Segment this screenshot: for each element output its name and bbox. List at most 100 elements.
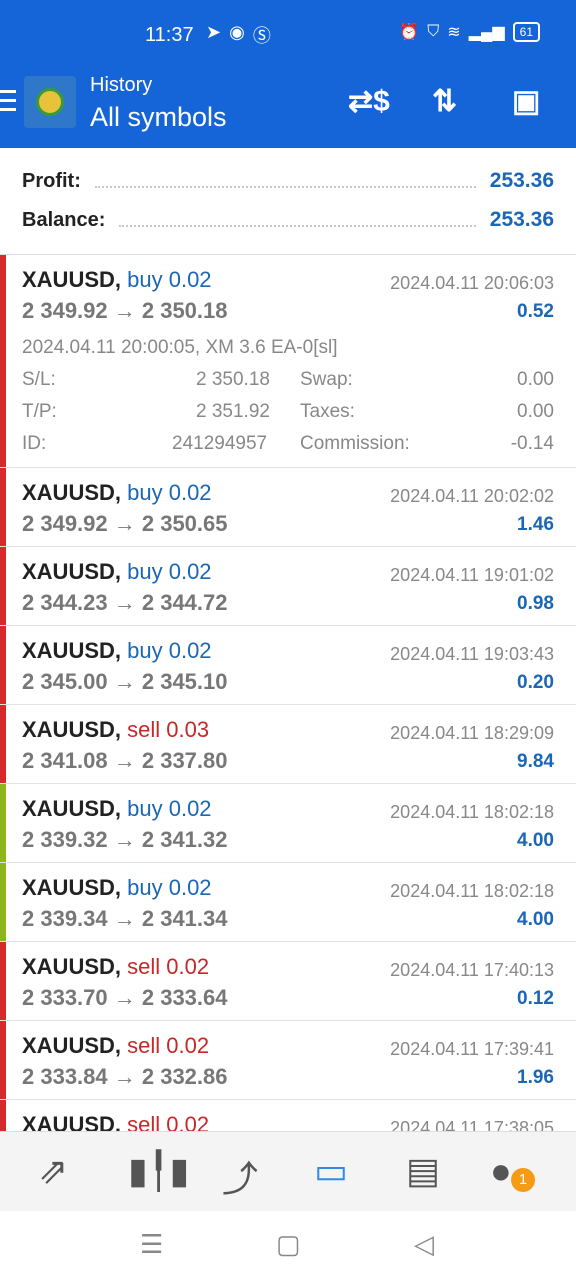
balance-row: Balance: 253.36 bbox=[22, 205, 554, 235]
tp-label: T/P: bbox=[22, 401, 57, 422]
direction-bar bbox=[0, 784, 6, 862]
tp-value: 2 351.92 bbox=[196, 401, 270, 422]
trade-prices: 2 333.84 → 2 332.86 bbox=[22, 1064, 228, 1089]
trade-prices: 2 341.08 → 2 337.80 bbox=[22, 748, 228, 773]
chat-icon[interactable]: ● bbox=[490, 1150, 512, 1192]
symbol-text: XAUUSD, bbox=[22, 1112, 122, 1131]
trade-row[interactable]: XAUUSD, buy 0.02 2024.04.11 20:02:02 2 349… bbox=[0, 468, 576, 547]
trade-profit: 1.46 bbox=[517, 514, 554, 535]
messenger-icon: ◉ bbox=[229, 22, 245, 42]
trade-side: buy 0.02 bbox=[127, 267, 212, 292]
trade-symbol: XAUUSD, buy 0.02 bbox=[22, 796, 212, 822]
trade-icon[interactable]: ⤴ bbox=[222, 1150, 258, 1202]
direction-bar bbox=[0, 705, 6, 783]
alarm-icon: ⏰ bbox=[399, 24, 420, 41]
trade-prices: 2 333.70 → 2 333.64 bbox=[22, 985, 228, 1010]
page-title[interactable]: All symbols bbox=[90, 102, 227, 133]
trade-prices: 2 339.32 → 2 341.32 bbox=[22, 827, 228, 852]
trade-time: 2024.04.11 20:06:03 bbox=[390, 273, 554, 293]
direction-bar bbox=[0, 1021, 6, 1099]
divider bbox=[119, 213, 476, 227]
trade-prices: 2 344.23 → 2 344.72 bbox=[22, 590, 228, 615]
symbol-text: XAUUSD, bbox=[22, 638, 122, 663]
direction-bar bbox=[0, 547, 6, 625]
recents-icon[interactable]: ☰ bbox=[140, 1229, 163, 1260]
currency-exchange-icon[interactable]: ⇄$ bbox=[348, 84, 390, 119]
id-value: 241294957 bbox=[172, 433, 268, 454]
trade-row[interactable]: XAUUSD, buy 0.02 2024.04.11 18:02:18 2 339… bbox=[0, 784, 576, 863]
taxes-value: 0.00 bbox=[517, 401, 554, 422]
menu-icon[interactable] bbox=[0, 90, 18, 117]
wifi-icon: ≋ bbox=[447, 24, 461, 41]
home-icon[interactable]: ▢ bbox=[276, 1229, 301, 1260]
trade-symbol: XAUUSD, sell 0.03 bbox=[22, 717, 209, 743]
trade-row[interactable]: XAUUSD, buy 0.02 2024.04.11 20:06:03 2 349… bbox=[0, 255, 576, 468]
chat-badge: 1 bbox=[511, 1168, 535, 1192]
sl-label: S/L: bbox=[22, 369, 56, 390]
direction-bar bbox=[0, 626, 6, 704]
symbol-text: XAUUSD, bbox=[22, 954, 122, 979]
divider bbox=[94, 174, 476, 188]
symbol-text: XAUUSD, bbox=[22, 796, 122, 821]
telegram-icon: ➤ bbox=[206, 22, 222, 42]
signal-icon: ▂▄▆ bbox=[468, 24, 505, 41]
chart-candles-icon[interactable]: ▮╿▮ bbox=[128, 1150, 189, 1192]
trade-symbol: XAUUSD, buy 0.02 bbox=[22, 875, 212, 901]
battery-icon: 61 bbox=[512, 22, 540, 42]
trade-row[interactable]: XAUUSD, buy 0.02 2024.04.11 19:03:43 2 345… bbox=[0, 626, 576, 705]
trade-list[interactable]: XAUUSD, buy 0.02 2024.04.11 20:06:03 2 349… bbox=[0, 255, 576, 1131]
direction-bar bbox=[0, 468, 6, 546]
symbol-text: XAUUSD, bbox=[22, 1033, 122, 1058]
trade-prices: 2 339.34 → 2 341.34 bbox=[22, 906, 228, 931]
trade-profit: 4.00 bbox=[517, 909, 554, 930]
symbol-text: XAUUSD, bbox=[22, 559, 122, 584]
app-bar: History All symbols ⇄$ ⇅ ▣ bbox=[0, 68, 576, 148]
trade-side: sell 0.02 bbox=[127, 1112, 210, 1131]
system-icons: ⏰ ⛉ ≋ ▂▄▆ 61 bbox=[399, 22, 540, 42]
trade-symbol: XAUUSD, sell 0.02 bbox=[22, 1033, 209, 1059]
news-icon[interactable]: ▤ bbox=[406, 1150, 440, 1192]
trade-symbol: XAUUSD, buy 0.02 bbox=[22, 559, 212, 585]
bottom-nav: ⇗ ▮╿▮ ⤴ ▭ ▤ ● bbox=[0, 1131, 576, 1212]
quotes-icon[interactable]: ⇗ bbox=[38, 1150, 68, 1192]
calendar-icon[interactable]: ▣ bbox=[512, 84, 540, 119]
trade-time: 2024.04.11 17:39:41 bbox=[390, 1039, 554, 1059]
shield-icon: ⛉ bbox=[427, 23, 440, 40]
trade-side: sell 0.03 bbox=[127, 717, 210, 742]
trade-symbol: XAUUSD, buy 0.02 bbox=[22, 267, 212, 293]
trade-row[interactable]: XAUUSD, sell 0.02 2024.04.11 17:38:05 bbox=[0, 1100, 576, 1131]
trade-row[interactable]: XAUUSD, sell 0.02 2024.04.11 17:40:13 2 33… bbox=[0, 942, 576, 1021]
trade-side: buy 0.02 bbox=[127, 638, 212, 663]
trade-profit: 9.84 bbox=[517, 751, 554, 772]
trade-prices: 2 349.92 → 2 350.65 bbox=[22, 511, 228, 536]
taxes-label: Taxes: bbox=[300, 401, 355, 422]
symbol-text: XAUUSD, bbox=[22, 267, 122, 292]
history-icon[interactable]: ▭ bbox=[314, 1150, 348, 1192]
trade-prices: 2 349.92 → 2 350.18 bbox=[22, 298, 228, 323]
trade-time: 2024.04.11 17:38:05 bbox=[390, 1118, 554, 1131]
trade-row[interactable]: XAUUSD, sell 0.02 2024.04.11 17:39:41 2 33… bbox=[0, 1021, 576, 1100]
commission-label: Commission: bbox=[300, 433, 410, 454]
trade-time: 2024.04.11 19:03:43 bbox=[390, 644, 554, 664]
trade-profit: 0.98 bbox=[517, 593, 554, 614]
balance-label: Balance: bbox=[22, 208, 106, 231]
trade-row[interactable]: XAUUSD, sell 0.03 2024.04.11 18:29:09 2 34… bbox=[0, 705, 576, 784]
direction-bar bbox=[0, 1100, 6, 1131]
swap-label: Swap: bbox=[300, 369, 353, 390]
sort-icon[interactable]: ⇅ bbox=[432, 84, 457, 119]
trade-side: sell 0.02 bbox=[127, 1033, 210, 1058]
summary-panel: Profit: 253.36 Balance: 253.36 bbox=[0, 148, 576, 255]
back-icon[interactable]: ◁ bbox=[414, 1229, 434, 1260]
symbol-text: XAUUSD, bbox=[22, 875, 122, 900]
trade-profit: 4.00 bbox=[517, 830, 554, 851]
trade-row[interactable]: XAUUSD, buy 0.02 2024.04.11 18:02:18 2 339… bbox=[0, 863, 576, 942]
direction-bar bbox=[0, 863, 6, 941]
app-logo bbox=[24, 76, 76, 128]
trade-time: 2024.04.11 20:02:02 bbox=[390, 486, 554, 506]
trade-side: buy 0.02 bbox=[127, 796, 212, 821]
trade-row[interactable]: XAUUSD, buy 0.02 2024.04.11 19:01:02 2 344… bbox=[0, 547, 576, 626]
trade-side: buy 0.02 bbox=[127, 875, 212, 900]
trade-time: 2024.04.11 18:02:18 bbox=[390, 881, 554, 901]
trade-symbol: XAUUSD, sell 0.02 bbox=[22, 1112, 209, 1131]
commission-value: -0.14 bbox=[510, 433, 554, 454]
